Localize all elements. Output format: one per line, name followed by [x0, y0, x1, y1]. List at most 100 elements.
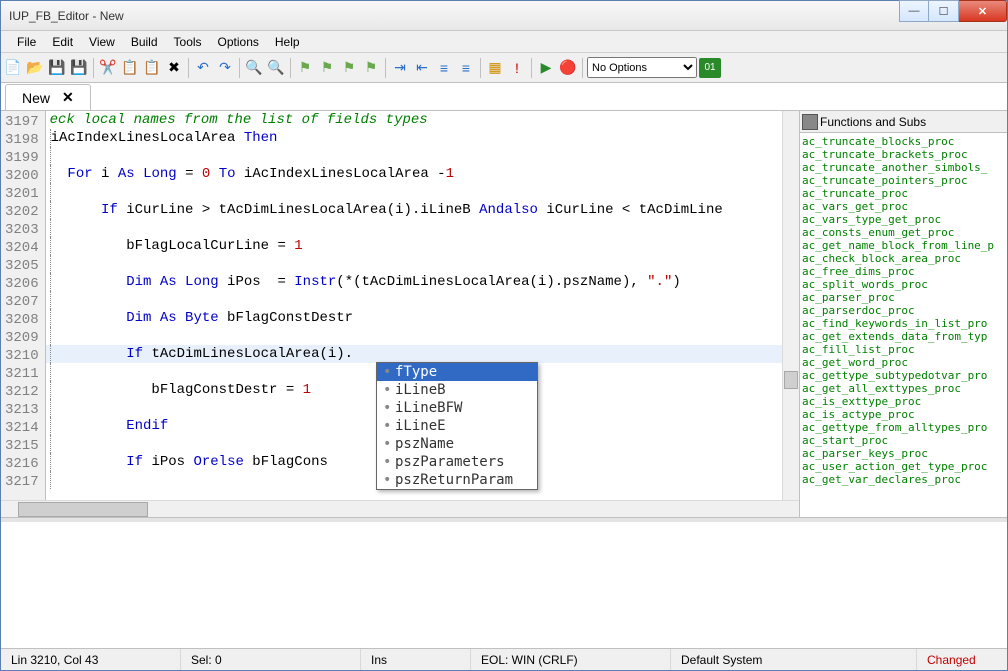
sidebar-item[interactable]: ac_is_actype_proc — [802, 408, 1005, 421]
menu-tools[interactable]: Tools — [166, 33, 210, 51]
code-line[interactable]: If tAcDimLinesLocalArea(i). — [46, 345, 782, 363]
line-number: 3204 — [5, 239, 39, 257]
menu-file[interactable]: File — [9, 33, 44, 51]
autocomplete-item[interactable]: iLineB — [377, 381, 537, 399]
menu-build[interactable]: Build — [123, 33, 166, 51]
tab-close-icon[interactable]: ✕ — [62, 89, 74, 106]
sidebar-item[interactable]: ac_fill_list_proc — [802, 343, 1005, 356]
autocomplete-item[interactable]: pszReturnParam — [377, 471, 537, 489]
code-line[interactable]: eck local names from the list of fields … — [46, 111, 782, 129]
paste-icon[interactable]: 📋 — [142, 58, 162, 78]
code-line[interactable]: For i As Long = 0 To iAcIndexLinesLocalA… — [46, 165, 782, 183]
line-number: 3212 — [5, 383, 39, 401]
sidebar-item[interactable]: ac_start_proc — [802, 434, 1005, 447]
code-line[interactable]: Dim As Long iPos = Instr(*(tAcDimLinesLo… — [46, 273, 782, 291]
sidebar-item[interactable]: ac_truncate_another_simbols_ — [802, 161, 1005, 174]
scroll-thumb[interactable] — [784, 371, 798, 389]
code-line[interactable] — [46, 219, 782, 237]
sidebar-item[interactable]: ac_parser_proc — [802, 291, 1005, 304]
sidebar-item[interactable]: ac_truncate_blocks_proc — [802, 135, 1005, 148]
code-line[interactable] — [46, 255, 782, 273]
line-number: 3207 — [5, 293, 39, 311]
redo-icon[interactable]: ↷ — [215, 58, 235, 78]
code-line[interactable] — [46, 327, 782, 345]
sidebar-item[interactable]: ac_vars_get_proc — [802, 200, 1005, 213]
menu-help[interactable]: Help — [267, 33, 308, 51]
autocomplete-item[interactable]: fType — [377, 363, 537, 381]
open-file-icon[interactable]: 📂 — [25, 58, 45, 78]
options-select[interactable]: No Options — [587, 57, 697, 78]
sidebar-item[interactable]: ac_gettype_from_alltypes_pro — [802, 421, 1005, 434]
window-controls: — ☐ ✕ — [899, 1, 1007, 30]
autocomplete-item[interactable]: pszName — [377, 435, 537, 453]
run-icon[interactable]: ▶ — [536, 58, 556, 78]
indent-icon[interactable]: ⇥ — [390, 58, 410, 78]
code-line[interactable]: bFlagLocalCurLine = 1 — [46, 237, 782, 255]
horizontal-scrollbar[interactable] — [1, 500, 799, 517]
build-warn-icon[interactable]: ! — [507, 58, 527, 78]
code-line[interactable] — [46, 291, 782, 309]
scroll-h-thumb[interactable] — [18, 502, 148, 517]
sidebar-item[interactable]: ac_parserdoc_proc — [802, 304, 1005, 317]
line-gutter: 3197319831993200320132023203320432053206… — [1, 111, 46, 500]
sidebar-item[interactable]: ac_split_words_proc — [802, 278, 1005, 291]
sidebar-item[interactable]: ac_is_exttype_proc — [802, 395, 1005, 408]
comment-icon[interactable]: ≡ — [434, 58, 454, 78]
unindent-icon[interactable]: ⇤ — [412, 58, 432, 78]
output-pane[interactable] — [1, 518, 1007, 648]
cut-icon[interactable]: ✂️ — [98, 58, 118, 78]
autocomplete-item[interactable]: pszParameters — [377, 453, 537, 471]
bookmark-prev-icon[interactable]: ⚑ — [317, 58, 337, 78]
sidebar-item[interactable]: ac_truncate_brackets_proc — [802, 148, 1005, 161]
sidebar-item[interactable]: ac_find_keywords_in_list_pro — [802, 317, 1005, 330]
code-line[interactable]: Dim As Byte bFlagConstDestr — [46, 309, 782, 327]
code-line[interactable] — [46, 183, 782, 201]
code-line[interactable]: iAcIndexLinesLocalArea Then — [46, 129, 782, 147]
autocomplete-item[interactable]: iLineBFW — [377, 399, 537, 417]
find-icon[interactable]: 🔍 — [244, 58, 264, 78]
code-line[interactable] — [46, 147, 782, 165]
undo-icon[interactable]: ↶ — [193, 58, 213, 78]
save-icon[interactable]: 💾 — [47, 58, 67, 78]
maximize-button[interactable]: ☐ — [929, 0, 959, 22]
sidebar-item[interactable]: ac_get_all_exttypes_proc — [802, 382, 1005, 395]
copy-icon[interactable]: 📋 — [120, 58, 140, 78]
code-line[interactable]: If iCurLine > tAcDimLinesLocalArea(i).iL… — [46, 201, 782, 219]
bookmark-clear-icon[interactable]: ⚑ — [361, 58, 381, 78]
build-icon[interactable]: ▦ — [485, 58, 505, 78]
menu-view[interactable]: View — [81, 33, 123, 51]
sidebar-item[interactable]: ac_get_extends_data_from_typ — [802, 330, 1005, 343]
tab-new[interactable]: New ✕ — [5, 84, 91, 110]
code-area[interactable]: 3197319831993200320132023203320432053206… — [1, 111, 799, 500]
bookmark-icon[interactable]: ⚑ — [295, 58, 315, 78]
sidebar-item[interactable]: ac_check_block_area_proc — [802, 252, 1005, 265]
menu-edit[interactable]: Edit — [44, 33, 81, 51]
sidebar-item[interactable]: ac_free_dims_proc — [802, 265, 1005, 278]
close-button[interactable]: ✕ — [959, 0, 1007, 22]
sidebar-item[interactable]: ac_gettype_subtypedotvar_pro — [802, 369, 1005, 382]
minimize-button[interactable]: — — [899, 0, 929, 22]
autocomplete-item[interactable]: iLineE — [377, 417, 537, 435]
autocomplete-popup[interactable]: fTypeiLineBiLineBFWiLineEpszNamepszParam… — [376, 362, 538, 490]
vertical-scrollbar[interactable] — [782, 111, 799, 500]
menu-options[interactable]: Options — [210, 33, 267, 51]
delete-icon[interactable]: ✖ — [164, 58, 184, 78]
save-all-icon[interactable]: 💾 — [69, 58, 89, 78]
sidebar-item[interactable]: ac_vars_type_get_proc — [802, 213, 1005, 226]
sidebar-item[interactable]: ac_user_action_get_type_proc — [802, 460, 1005, 473]
tabs-row: New ✕ — [1, 83, 1007, 111]
sidebar-item[interactable]: ac_consts_enum_get_proc — [802, 226, 1005, 239]
debug-icon[interactable]: 🔴 — [558, 58, 578, 78]
bookmark-next-icon[interactable]: ⚑ — [339, 58, 359, 78]
uncomment-icon[interactable]: ≡ — [456, 58, 476, 78]
terminal-icon[interactable]: 01 — [699, 58, 721, 78]
sidebar-item[interactable]: ac_get_word_proc — [802, 356, 1005, 369]
side-list[interactable]: ac_truncate_blocks_procac_truncate_brack… — [800, 133, 1007, 517]
sidebar-item[interactable]: ac_truncate_proc — [802, 187, 1005, 200]
sidebar-item[interactable]: ac_get_var_declares_proc — [802, 473, 1005, 486]
new-file-icon[interactable]: 📄 — [3, 58, 23, 78]
sidebar-item[interactable]: ac_parser_keys_proc — [802, 447, 1005, 460]
replace-icon[interactable]: 🔍 — [266, 58, 286, 78]
sidebar-item[interactable]: ac_truncate_pointers_proc — [802, 174, 1005, 187]
sidebar-item[interactable]: ac_get_name_block_from_line_p — [802, 239, 1005, 252]
